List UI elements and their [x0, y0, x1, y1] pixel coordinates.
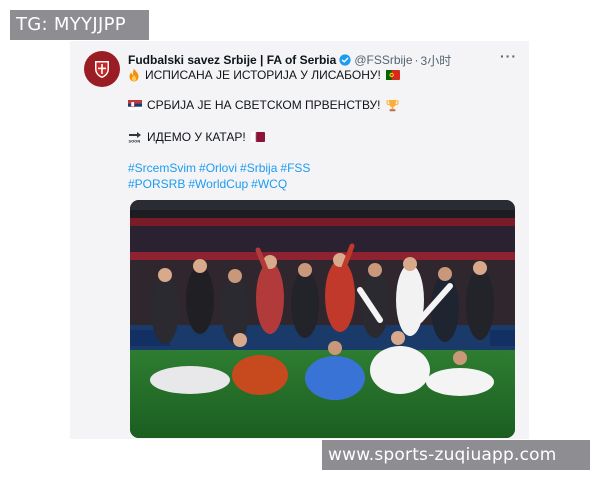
- tweet-line-3: SOON ИДЕМО У КАТАР!: [128, 130, 265, 144]
- portugal-flag-icon: [385, 70, 400, 80]
- tweet-line-1-text: ИСПИСАНА ЈЕ ИСТОРИЈА У ЛИСАБОНУ!: [145, 68, 381, 82]
- tweet-photo[interactable]: [130, 200, 515, 438]
- tweet-line-2: СРБИЈА ЈЕ НА СВЕТСКОМ ПРВЕНСТВУ!: [128, 98, 399, 112]
- tweet-line-1: ИСПИСАНА ЈЕ ИСТОРИЈА У ЛИСАБОНУ!: [128, 68, 400, 82]
- team-celebration-photo: [130, 200, 515, 438]
- account-handle[interactable]: @FSSrbije: [354, 53, 412, 67]
- tweet-header: Fudbalski savez Srbije | FA of Serbia @F…: [128, 52, 488, 68]
- tweet-line-2-text: СРБИЈА ЈЕ НА СВЕТСКОМ ПРВЕНСТВУ!: [147, 98, 381, 112]
- site-watermark: www.sports-zuqiuapp.com: [322, 440, 590, 470]
- more-options-button[interactable]: ···: [500, 49, 518, 66]
- hashtag-link[interactable]: #Orlovi: [199, 161, 237, 175]
- avatar[interactable]: [84, 51, 120, 87]
- hashtag-row-1: #SrcemSvim #Orlovi #Srbija #FSS: [128, 160, 508, 176]
- hashtag-row-2: #PORSRB #WorldCup #WCQ: [128, 176, 508, 192]
- hashtags: #SrcemSvim #Orlovi #Srbija #FSS #PORSRB #Wor…: [128, 160, 508, 192]
- hashtag-link[interactable]: #WorldCup: [188, 177, 248, 191]
- hashtag-link[interactable]: #SrcemSvim: [128, 161, 196, 175]
- trophy-icon: [386, 99, 399, 112]
- hashtag-link[interactable]: #FSS: [280, 161, 310, 175]
- fire-icon: [128, 68, 140, 82]
- fss-crest-icon: [95, 61, 109, 78]
- hashtag-link[interactable]: #WCQ: [251, 177, 287, 191]
- telegram-watermark: TG: MYYJJPP: [10, 10, 149, 40]
- soon-arrow-icon: SOON: [128, 131, 142, 143]
- verified-badge-icon: [339, 54, 351, 66]
- timestamp[interactable]: 3小时: [421, 52, 452, 69]
- separator-dot: ·: [414, 53, 419, 67]
- hashtag-link[interactable]: #Srbija: [240, 161, 277, 175]
- qatar-flag-icon: [250, 132, 265, 142]
- svg-text:SOON: SOON: [129, 140, 141, 143]
- tweet-line-3-text: ИДЕМО У КАТАР!: [147, 130, 246, 144]
- account-name[interactable]: Fudbalski savez Srbije | FA of Serbia: [128, 53, 336, 67]
- serbia-flag-icon: [128, 100, 142, 110]
- hashtag-link[interactable]: #PORSRB: [128, 177, 185, 191]
